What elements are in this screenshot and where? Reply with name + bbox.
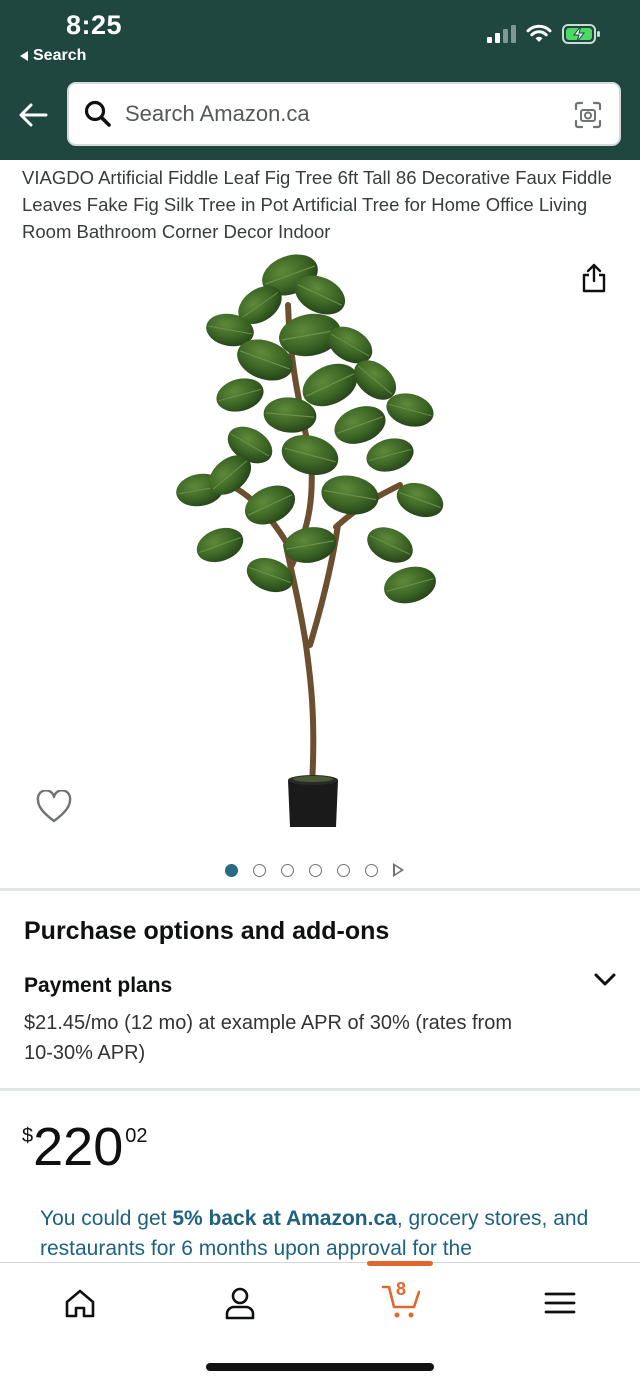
product-title[interactable]: VIAGDO Artificial Fiddle Leaf Fig Tree 6… [22, 164, 612, 245]
search-input[interactable] [125, 101, 555, 127]
wifi-icon [526, 24, 552, 42]
product-image[interactable] [160, 245, 480, 835]
search-bar[interactable] [67, 82, 621, 146]
image-carousel-dots[interactable] [225, 863, 404, 877]
price-currency: $ [22, 1125, 34, 1147]
header-bar: 8:25 Search [0, 0, 640, 160]
promo-prefix: You could get [40, 1207, 173, 1230]
status-icons [487, 23, 602, 45]
carousel-dot[interactable] [253, 863, 266, 877]
signal-icon [487, 25, 516, 43]
payment-plans-detail: $21.45/mo (12 mo) at example APR of 30% … [24, 1012, 512, 1064]
promo-highlight: 5% back at Amazon.ca [172, 1207, 397, 1230]
camera-icon[interactable] [573, 100, 603, 130]
price-fraction: 02 [125, 1125, 148, 1147]
carousel-dot[interactable] [337, 863, 350, 877]
chevron-down-icon[interactable] [592, 970, 618, 990]
price-whole: 220 [33, 1117, 124, 1177]
share-icon[interactable] [580, 262, 608, 294]
back-to-search-app[interactable]: Search [20, 47, 86, 65]
credit-card-promo[interactable]: You could get 5% back at Amazon.ca, groc… [40, 1204, 610, 1262]
carousel-dot[interactable] [309, 863, 322, 877]
battery-charging-icon [562, 24, 600, 44]
home-indicator[interactable] [206, 1363, 434, 1371]
status-time: 8:25 [66, 10, 123, 40]
profile-icon[interactable] [220, 1283, 260, 1323]
carousel-dot[interactable] [281, 863, 294, 877]
section-divider [0, 1088, 640, 1091]
section-divider [0, 888, 640, 891]
heart-icon[interactable] [36, 790, 72, 824]
carousel-dot[interactable] [365, 863, 378, 877]
video-play-icon[interactable] [393, 863, 404, 877]
back-to-search-label: Search [33, 47, 87, 64]
payment-plans-label[interactable]: Payment plans [24, 974, 172, 998]
menu-icon[interactable] [540, 1283, 580, 1323]
search-icon [84, 100, 111, 127]
purchase-options-heading: Purchase options and add-ons [24, 917, 390, 945]
back-arrow-icon[interactable] [16, 98, 50, 132]
price: $ 220 02 [22, 1117, 147, 1177]
cart-active-indicator [367, 1261, 433, 1266]
carousel-dot[interactable] [225, 863, 238, 877]
cart-count-badge: 8 [395, 1279, 406, 1299]
home-icon[interactable] [60, 1283, 100, 1323]
back-triangle-icon [20, 51, 28, 61]
